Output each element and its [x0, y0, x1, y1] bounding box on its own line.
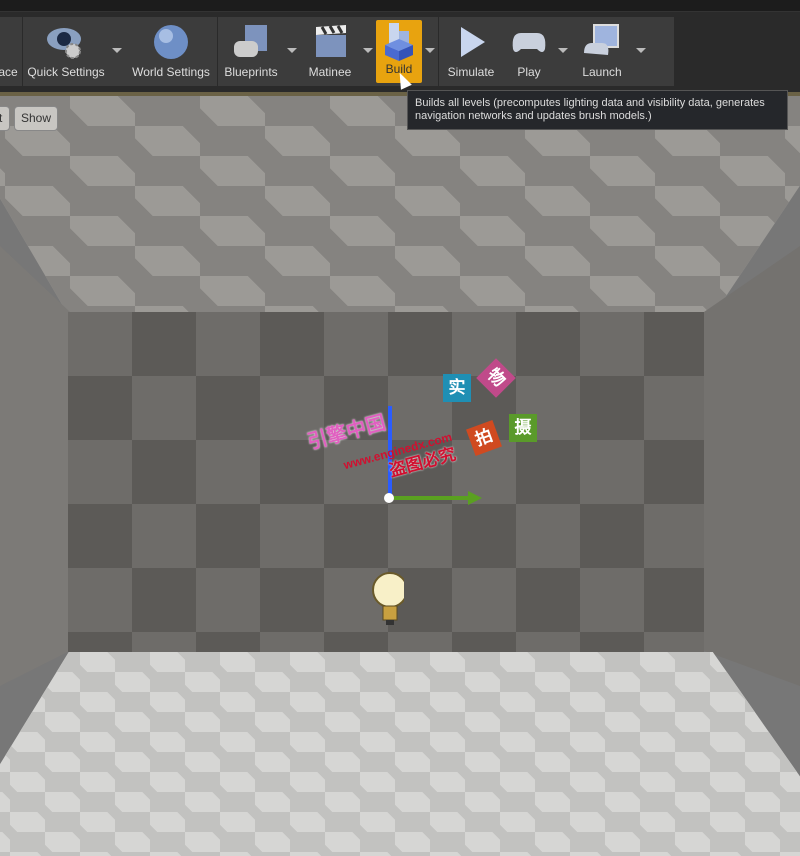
quick-settings-button[interactable]: Quick Settings — [23, 17, 109, 86]
title-bar — [0, 0, 800, 12]
build-tooltip: Builds all levels (precomputes lighting … — [407, 90, 788, 130]
left-wall — [0, 246, 70, 686]
gizmo-pivot — [384, 493, 394, 503]
eye-gear-icon — [47, 28, 81, 59]
right-wall — [704, 246, 800, 686]
blueprint-gamepad-icon — [234, 25, 267, 57]
quick-settings-dropdown[interactable] — [109, 17, 125, 86]
globe-icon — [154, 25, 188, 59]
play-triangle-icon — [461, 27, 485, 57]
build-dropdown[interactable] — [422, 17, 438, 86]
play-button[interactable]: Play — [503, 17, 555, 86]
clapperboard-icon — [316, 25, 346, 57]
world-settings-button[interactable]: World Settings — [125, 17, 217, 86]
level-viewport[interactable]: t Show 实 物 拍 摄 引擎中国 www.enginedx.com 盗图必… — [0, 96, 800, 856]
matinee-dropdown[interactable] — [360, 17, 376, 86]
watermark-tile: 摄 — [509, 414, 537, 442]
show-button[interactable]: Show — [14, 106, 59, 131]
play-dropdown[interactable] — [555, 17, 571, 86]
floor — [0, 652, 800, 856]
main-toolbar: ace Quick Settings World Settings Bluepr… — [0, 17, 674, 86]
simulate-button[interactable]: Simulate — [439, 17, 503, 86]
gizmo-y-arrow — [468, 491, 482, 505]
build-blocks-icon — [385, 23, 413, 61]
place-mode-button[interactable]: ace — [0, 17, 22, 86]
launch-dropdown[interactable] — [633, 17, 649, 86]
watermark-tile: 实 — [443, 374, 471, 402]
matinee-button[interactable]: Matinee — [300, 17, 360, 86]
gizmo-y-axis[interactable] — [392, 496, 472, 500]
monitor-gamepad-icon — [584, 24, 619, 55]
launch-button[interactable]: Launch — [571, 17, 633, 86]
blueprints-dropdown[interactable] — [284, 17, 300, 86]
blueprints-button[interactable]: Blueprints — [218, 17, 284, 86]
viewport-options-button[interactable]: t — [0, 106, 10, 131]
point-light-icon[interactable] — [368, 558, 404, 628]
gamepad-icon — [512, 33, 546, 52]
